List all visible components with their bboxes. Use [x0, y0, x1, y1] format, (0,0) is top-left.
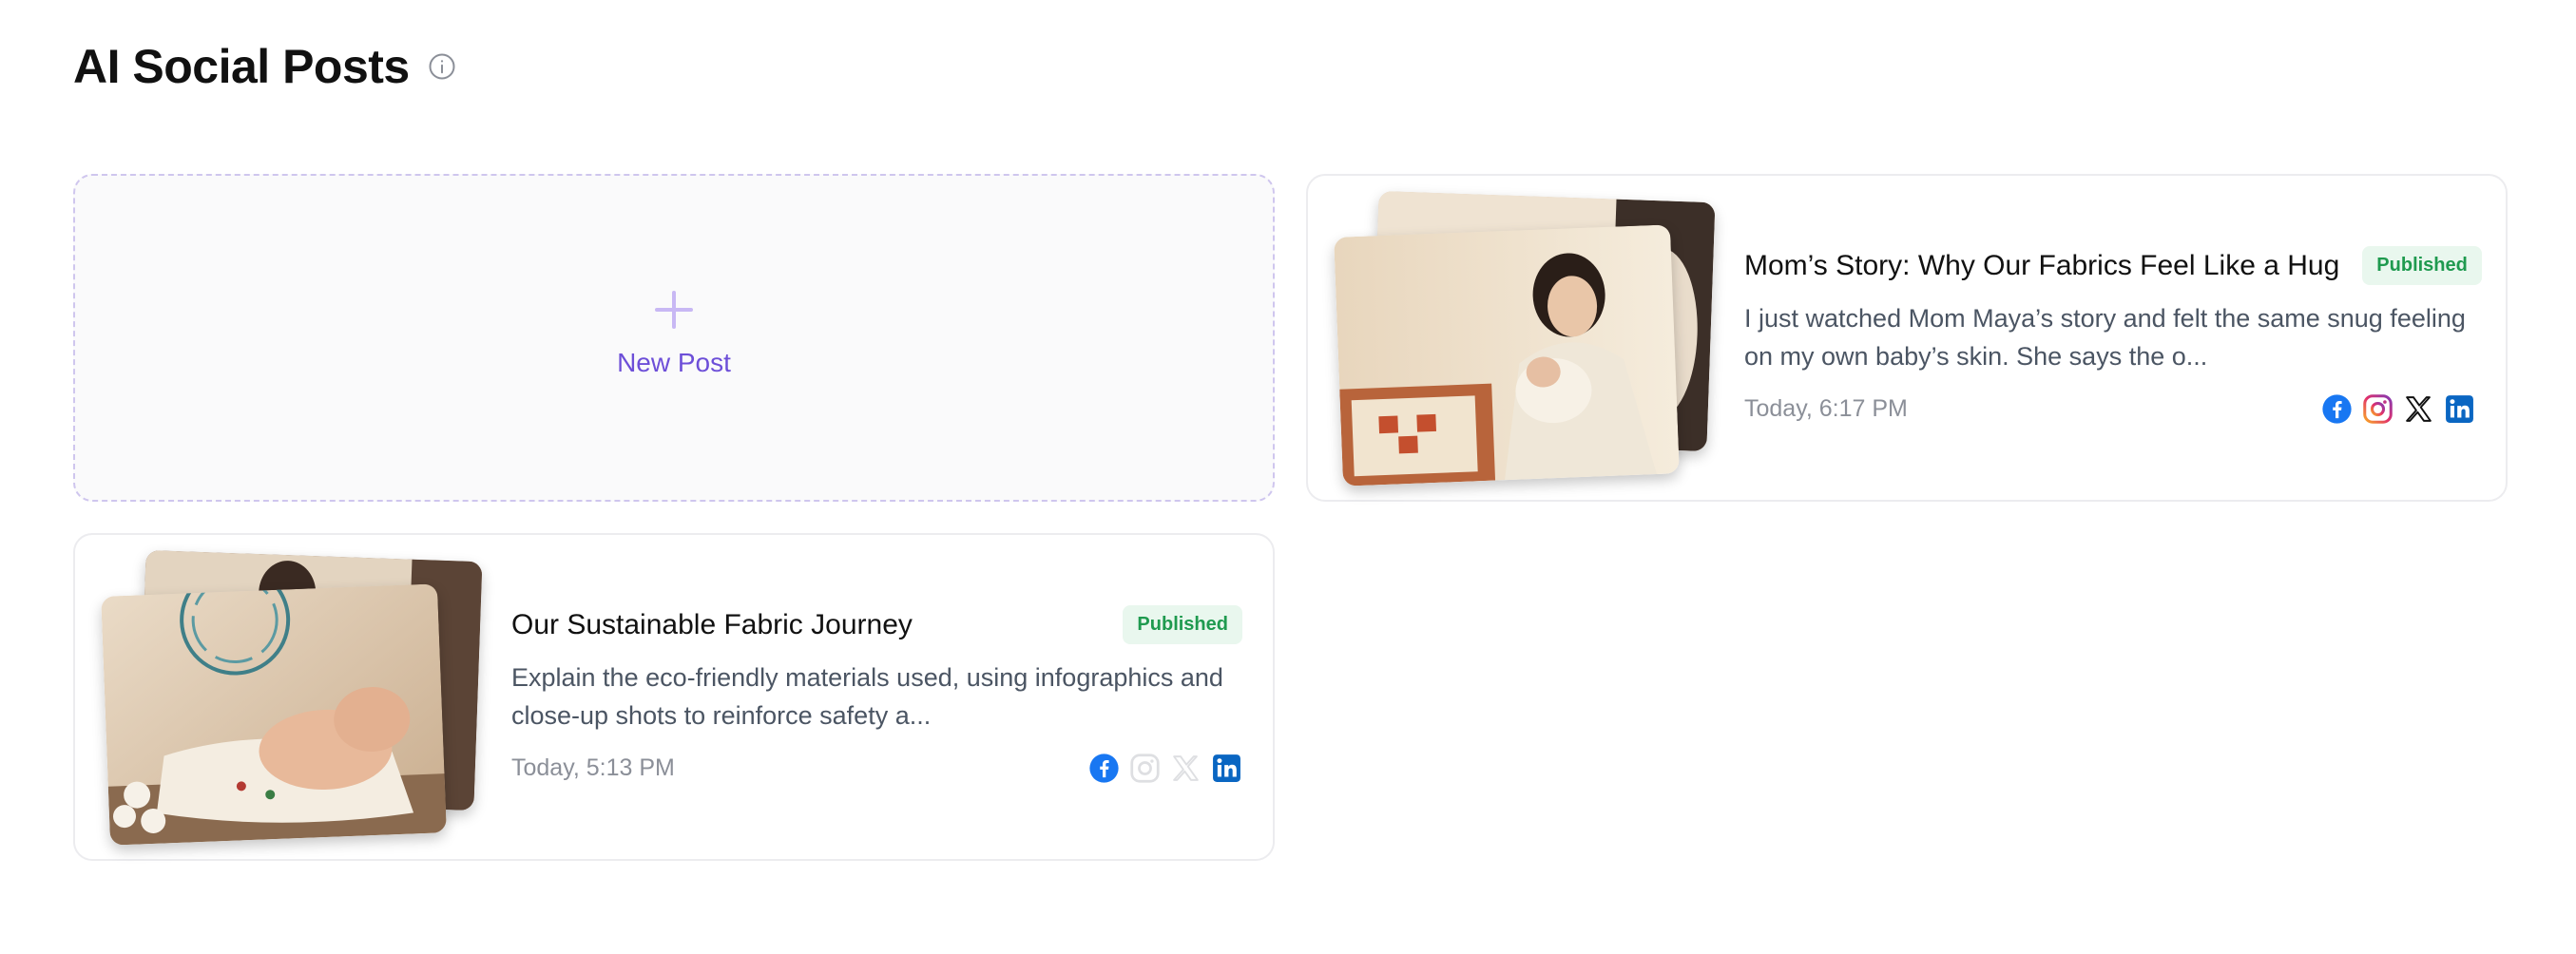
- plus-icon: [655, 290, 693, 329]
- post-thumbnail-stack: [1334, 190, 1716, 487]
- page-header: AI Social Posts: [73, 38, 457, 95]
- instagram-icon[interactable]: [2362, 393, 2393, 425]
- post-thumbnail-front: [1334, 224, 1680, 487]
- post-timestamp: Today, 6:17 PM: [1744, 395, 1908, 422]
- post-timestamp: Today, 5:13 PM: [511, 754, 675, 781]
- social-channels: [1088, 753, 1242, 784]
- instagram-icon[interactable]: [1129, 753, 1161, 784]
- new-post-label: New Post: [617, 347, 731, 377]
- post-card[interactable]: Mom’s Story: Why Our Fabrics Feel Like a…: [1306, 174, 2508, 502]
- posts-grid: New Post Mom’s Story: Why Our Fabrics Fe…: [73, 174, 2508, 861]
- post-description: I just watched Mom Maya’s story and felt…: [1744, 304, 2466, 371]
- post-description: Explain the eco-friendly materials used,…: [511, 663, 1223, 730]
- status-badge: Published: [1123, 605, 1242, 644]
- post-footer: Today, 5:13 PM: [511, 753, 1242, 784]
- x-icon[interactable]: [1170, 753, 1201, 784]
- post-thumbnail-stack: [101, 549, 483, 846]
- facebook-icon[interactable]: [1088, 753, 1120, 784]
- linkedin-icon[interactable]: [1211, 753, 1242, 784]
- post-thumbnail-front: [101, 583, 447, 846]
- page-title: AI Social Posts: [73, 40, 410, 93]
- post-card-body: Mom’s Story: Why Our Fabrics Feel Like a…: [1744, 176, 2482, 500]
- new-post-button[interactable]: New Post: [73, 174, 1275, 502]
- post-card-body: Our Sustainable Fabric Journey Published…: [511, 535, 1242, 859]
- post-card[interactable]: Our Sustainable Fabric Journey Published…: [73, 533, 1275, 861]
- info-icon[interactable]: [427, 51, 457, 82]
- post-footer: Today, 6:17 PM: [1744, 393, 2475, 425]
- post-title-row: Our Sustainable Fabric Journey Published: [511, 605, 1242, 644]
- post-title: Mom’s Story: Why Our Fabrics Feel Like a…: [1744, 249, 2340, 281]
- status-badge: Published: [2362, 246, 2482, 285]
- social-channels: [2321, 393, 2475, 425]
- post-title: Our Sustainable Fabric Journey: [511, 608, 913, 640]
- post-title-row: Mom’s Story: Why Our Fabrics Feel Like a…: [1744, 246, 2482, 285]
- x-icon[interactable]: [2403, 393, 2434, 425]
- facebook-icon[interactable]: [2321, 393, 2353, 425]
- linkedin-icon[interactable]: [2444, 393, 2475, 425]
